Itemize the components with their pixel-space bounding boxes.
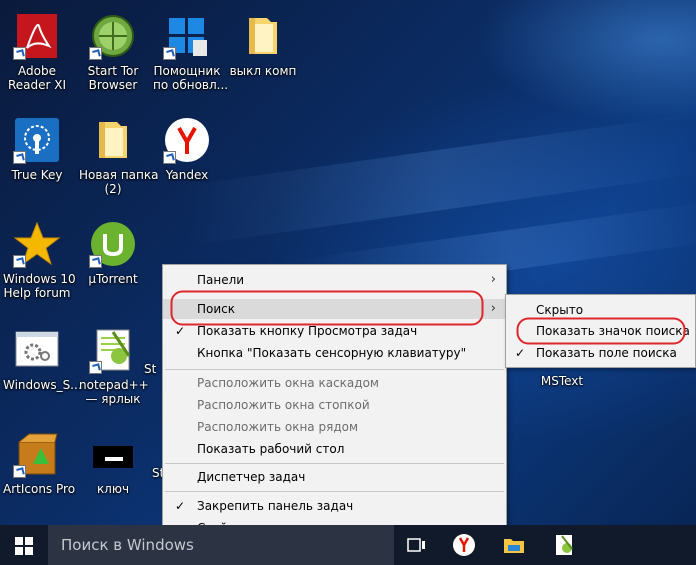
true-key-icon: [13, 116, 61, 164]
task-view-icon[interactable]: [404, 533, 428, 557]
icon-label: ArtIcons Pro: [3, 482, 76, 496]
submenu-item-show-search-box[interactable]: ✓ Показать поле поиска: [506, 343, 695, 363]
menu-item-show-desktop[interactable]: Показать рабочий стол: [163, 439, 506, 459]
desktop-icon-klyuch[interactable]: ключ: [79, 430, 147, 496]
desktop-icon-true-key[interactable]: True Key: [3, 116, 71, 182]
menu-item-touch-keyboard-button[interactable]: Кнопка "Показать сенсорную клавиатуру": [163, 343, 506, 363]
taskbar-search-box[interactable]: Поиск в Windows: [48, 525, 394, 565]
icon-label: Новая папка (2): [79, 168, 159, 196]
menu-separator: [165, 463, 504, 464]
menu-item-task-manager[interactable]: Диспетчер задач: [163, 467, 506, 487]
chevron-right-icon: ›: [490, 272, 496, 287]
icon-label: True Key: [11, 168, 63, 182]
annotation-highlight-ring: [516, 317, 686, 345]
icon-label: Start Tor Browser: [87, 64, 139, 92]
start-button[interactable]: [0, 525, 48, 565]
desktop-icon-windows-help-forum[interactable]: Windows 10 Help forum: [3, 220, 76, 300]
icon-label: MSText: [540, 374, 584, 388]
desktop-icon-vykl-komp[interactable]: выкл комп: [229, 12, 297, 78]
notepad-plus-plus-icon: [89, 326, 137, 374]
desktop-icon-notepad-plus-plus[interactable]: notepad++ — ярлык: [79, 326, 149, 406]
menu-item-side-by-side-windows: Расположить окна рядом: [163, 417, 506, 437]
tor-browser-icon: [89, 12, 137, 60]
chevron-right-icon: ›: [490, 301, 496, 316]
windows-update-assistant-icon: [163, 12, 211, 60]
icon-label: Помощник по обновл...: [153, 64, 229, 92]
icon-label: Windows 10 Help forum: [3, 272, 76, 300]
menu-item-lock-taskbar[interactable]: ✓ Закрепить панель задач: [163, 496, 506, 516]
desktop-icon-articons-pro[interactable]: ArtIcons Pro: [3, 430, 76, 496]
menu-item-label: Кнопка "Показать сенсорную клавиатуру": [197, 346, 467, 360]
icon-label: St: [144, 362, 157, 376]
menu-separator: [165, 369, 504, 370]
desktop-icon-tor-browser[interactable]: Start Tor Browser: [79, 12, 147, 92]
desktop-icon-update-assistant[interactable]: Помощник по обновл...: [153, 12, 229, 92]
checkmark-icon: ✓: [515, 346, 526, 360]
adobe-reader-icon: [13, 12, 61, 60]
menu-item-label: Закрепить панель задач: [197, 499, 354, 513]
annotation-highlight-ring: [170, 290, 484, 326]
desktop-icon-adobe-reader[interactable]: Adobe Reader XI: [3, 12, 71, 92]
utorrent-icon: [89, 220, 137, 268]
key-window-icon: [89, 430, 137, 478]
icon-label: notepad++ — ярлык: [79, 378, 149, 406]
file-explorer-icon[interactable]: [502, 533, 526, 557]
yandex-icon[interactable]: [452, 533, 476, 557]
menu-item-label: Показать рабочий стол: [197, 442, 345, 456]
menu-item-label: Панели: [197, 273, 245, 287]
desktop-icon-mstext[interactable]: MSText: [528, 374, 596, 388]
menu-item-label: Показать поле поиска: [536, 346, 677, 360]
taskbar[interactable]: Поиск в Windows: [0, 525, 696, 565]
desktop-icon-new-folder-2[interactable]: Новая папка (2): [79, 116, 159, 196]
menu-item-label: Диспетчер задач: [197, 470, 306, 484]
desktop-icon-windows-s[interactable]: Windows_S...: [3, 326, 82, 392]
checkmark-icon: ✓: [175, 499, 186, 513]
folder-icon: [89, 116, 137, 164]
articons-pro-icon: [13, 430, 61, 478]
desktop-icon-partial-st[interactable]: St: [144, 362, 164, 376]
icon-label: µTorrent: [88, 272, 138, 286]
desktop-icon-yandex[interactable]: Yandex: [153, 116, 221, 182]
icon-label: Windows_S...: [3, 378, 82, 392]
desktop-icon-utorrent[interactable]: µTorrent: [79, 220, 147, 286]
menu-item-label: Расположить окна рядом: [197, 420, 359, 434]
menu-separator: [165, 491, 504, 492]
folder-icon: [239, 12, 287, 60]
icon-label: ключ: [96, 482, 130, 496]
icon-label: Yandex: [165, 168, 209, 182]
notepad-plus-plus-icon[interactable]: [552, 533, 576, 557]
menu-item-stack-windows: Расположить окна стопкой: [163, 395, 506, 415]
menu-item-panels[interactable]: Панели ›: [163, 270, 506, 290]
menu-item-label: Расположить окна каскадом: [197, 376, 379, 390]
icon-label: выкл комп: [229, 64, 297, 78]
menu-item-label: Показать кнопку Просмотра задач: [197, 324, 418, 338]
yandex-browser-icon: [163, 116, 211, 164]
menu-item-cascade-windows: Расположить окна каскадом: [163, 373, 506, 393]
menu-item-label: Скрыто: [536, 303, 584, 317]
windows-logo-icon: [15, 537, 33, 555]
settings-window-icon: [13, 326, 61, 374]
menu-item-label: Расположить окна стопкой: [197, 398, 370, 412]
icon-label: Adobe Reader XI: [7, 64, 67, 92]
star-icon: [13, 220, 61, 268]
